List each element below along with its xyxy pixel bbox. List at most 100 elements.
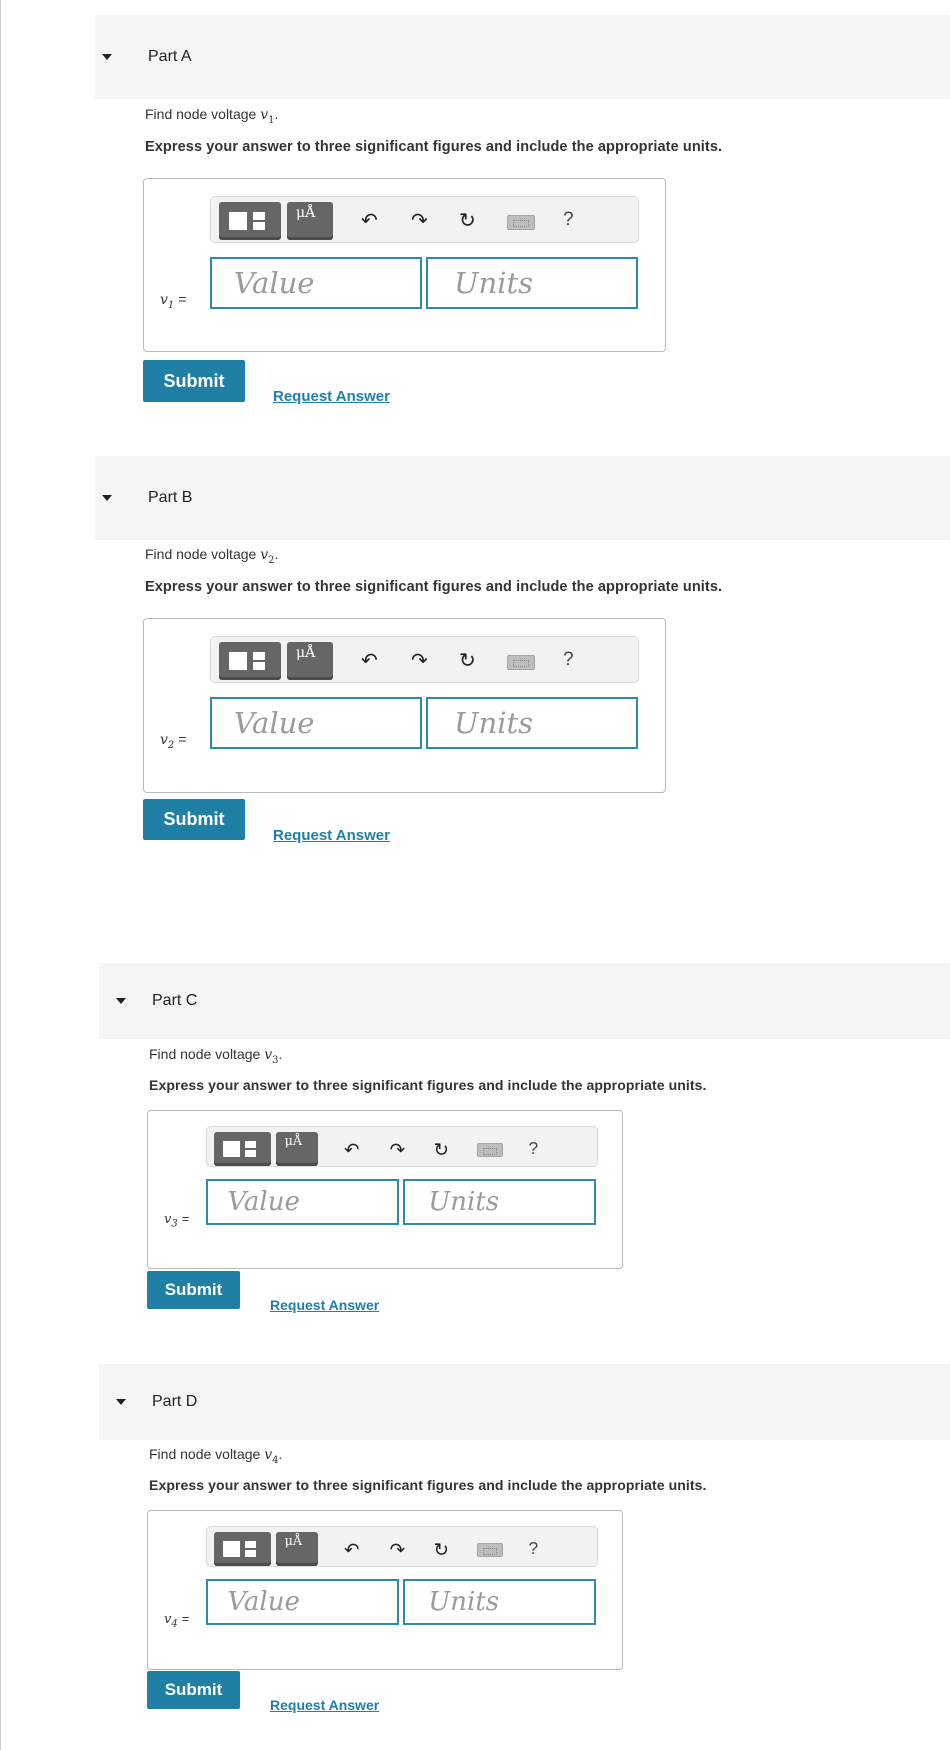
prompt-text: Find node voltage [149,1446,265,1462]
answer-variable-subscript: 4 [171,1618,178,1630]
keyboard-icon[interactable] [477,1143,504,1158]
math-toolbar: μÅ ↶ ↷ ↻? [206,1126,598,1167]
units-icon: μÅ [296,645,316,661]
part-header-toggle[interactable]: Part B [95,456,950,540]
units-input[interactable]: Units [403,1179,596,1225]
help-icon[interactable]: ? [563,649,574,671]
answer-variable-subscript: 2 [167,739,175,751]
part-title: Part A [148,48,192,65]
units-input[interactable]: Units [426,257,638,309]
reset-icon[interactable]: ↻ [434,1139,449,1160]
caret-down-icon [102,54,112,60]
variable-symbol: v [264,1447,273,1463]
variable-symbol: v [264,1047,273,1063]
units-button[interactable]: μÅ [287,642,333,680]
answer-variable: v1 [160,292,175,311]
variable-symbol: v [260,107,269,123]
question-prompt: Find node voltage v1. [145,106,278,126]
answer-instruction: Express your answer to three significant… [145,579,723,595]
question-prompt: Find node voltage v2. [145,546,278,566]
templates-icon [223,1540,261,1558]
part-section: Part D Find node voltage v4. Express your … [99,1364,950,1713]
units-input[interactable]: Units [426,697,638,749]
answer-box: μÅ ↶ ↷ ↻? v1 = Value Units [143,178,666,352]
units-input[interactable]: Units [403,1579,596,1625]
reset-icon[interactable]: ↻ [434,1539,449,1560]
answer-instruction: Express your answer to three significant… [145,139,723,155]
templates-button[interactable] [219,202,281,240]
value-placeholder: Value [227,1587,300,1617]
value-input[interactable]: Value [206,1579,399,1625]
keyboard-icon[interactable] [507,215,535,230]
submit-button[interactable]: Submit [147,1271,240,1309]
request-answer-link[interactable]: Request Answer [270,1697,379,1713]
answer-variable-subscript: 1 [167,299,175,311]
undo-icon[interactable]: ↶ [344,1539,359,1560]
units-button[interactable]: μÅ [287,202,333,240]
units-placeholder: Units [428,1187,500,1217]
answer-box: μÅ ↶ ↷ ↻? v2 = Value Units [143,618,666,793]
value-input[interactable]: Value [210,257,422,309]
units-icon: μÅ [284,1134,303,1150]
templates-button[interactable] [219,642,281,680]
units-placeholder: Units [454,266,534,300]
reset-icon[interactable]: ↻ [459,211,476,231]
redo-icon[interactable]: ↷ [411,211,428,231]
help-icon[interactable]: ? [528,1538,538,1559]
caret-down-icon [116,1399,126,1405]
redo-icon[interactable]: ↷ [390,1139,405,1160]
help-icon[interactable]: ? [563,209,574,231]
prompt-period: . [274,546,279,562]
value-input[interactable]: Value [210,697,422,749]
prompt-variable: v2 [260,547,274,566]
answer-variable-symbol: v [160,292,168,308]
answer-box: μÅ ↶ ↷ ↻? v3 = Value Units [147,1110,623,1269]
reset-icon[interactable]: ↻ [459,651,476,671]
prompt-period: . [274,106,279,122]
undo-icon[interactable]: ↶ [361,211,378,231]
value-input[interactable]: Value [206,1179,399,1225]
help-icon[interactable]: ? [528,1138,538,1159]
part-title: Part C [152,992,198,1009]
prompt-text: Find node voltage [145,106,261,122]
undo-icon[interactable]: ↶ [344,1139,359,1160]
prompt-variable: v4 [264,1447,278,1466]
answer-variable: v2 [160,732,175,751]
templates-button[interactable] [214,1531,271,1567]
equals-sign: = [178,731,187,747]
prompt-text: Find node voltage [149,1046,265,1062]
part-header-toggle[interactable]: Part A [95,15,950,99]
prompt-period: . [278,1446,283,1462]
request-answer-link[interactable]: Request Answer [273,827,390,844]
caret-down-icon [116,998,126,1004]
templates-button[interactable] [214,1131,271,1167]
request-answer-link[interactable]: Request Answer [273,388,390,405]
submit-button[interactable]: Submit [143,360,245,402]
answer-variable: v3 [164,1212,178,1230]
keyboard-icon[interactable] [507,655,535,670]
part-section: Part A Find node voltage v1. Express your … [95,15,950,405]
templates-icon [229,212,271,230]
units-placeholder: Units [428,1587,500,1617]
units-icon: μÅ [284,1534,303,1550]
math-toolbar: μÅ ↶ ↷ ↻? [210,636,639,683]
prompt-variable: v1 [260,107,274,126]
undo-icon[interactable]: ↶ [361,651,378,671]
part-title: Part B [148,489,193,506]
units-button[interactable]: μÅ [276,1131,319,1167]
value-placeholder: Value [233,266,315,300]
submit-button[interactable]: Submit [147,1671,240,1709]
request-answer-link[interactable]: Request Answer [270,1297,379,1313]
answer-instruction: Express your answer to three significant… [149,1077,707,1093]
question-prompt: Find node voltage v3. [149,1046,282,1066]
part-header-toggle[interactable]: Part C [99,963,950,1039]
units-button[interactable]: μÅ [276,1531,319,1567]
keyboard-icon[interactable] [477,1543,504,1558]
page-left-border [0,0,1,1750]
redo-icon[interactable]: ↷ [411,651,428,671]
part-header-toggle[interactable]: Part D [99,1364,950,1440]
math-toolbar: μÅ ↶ ↷ ↻? [206,1526,598,1567]
answer-instruction: Express your answer to three significant… [149,1477,707,1493]
redo-icon[interactable]: ↷ [390,1539,405,1560]
submit-button[interactable]: Submit [143,799,245,840]
